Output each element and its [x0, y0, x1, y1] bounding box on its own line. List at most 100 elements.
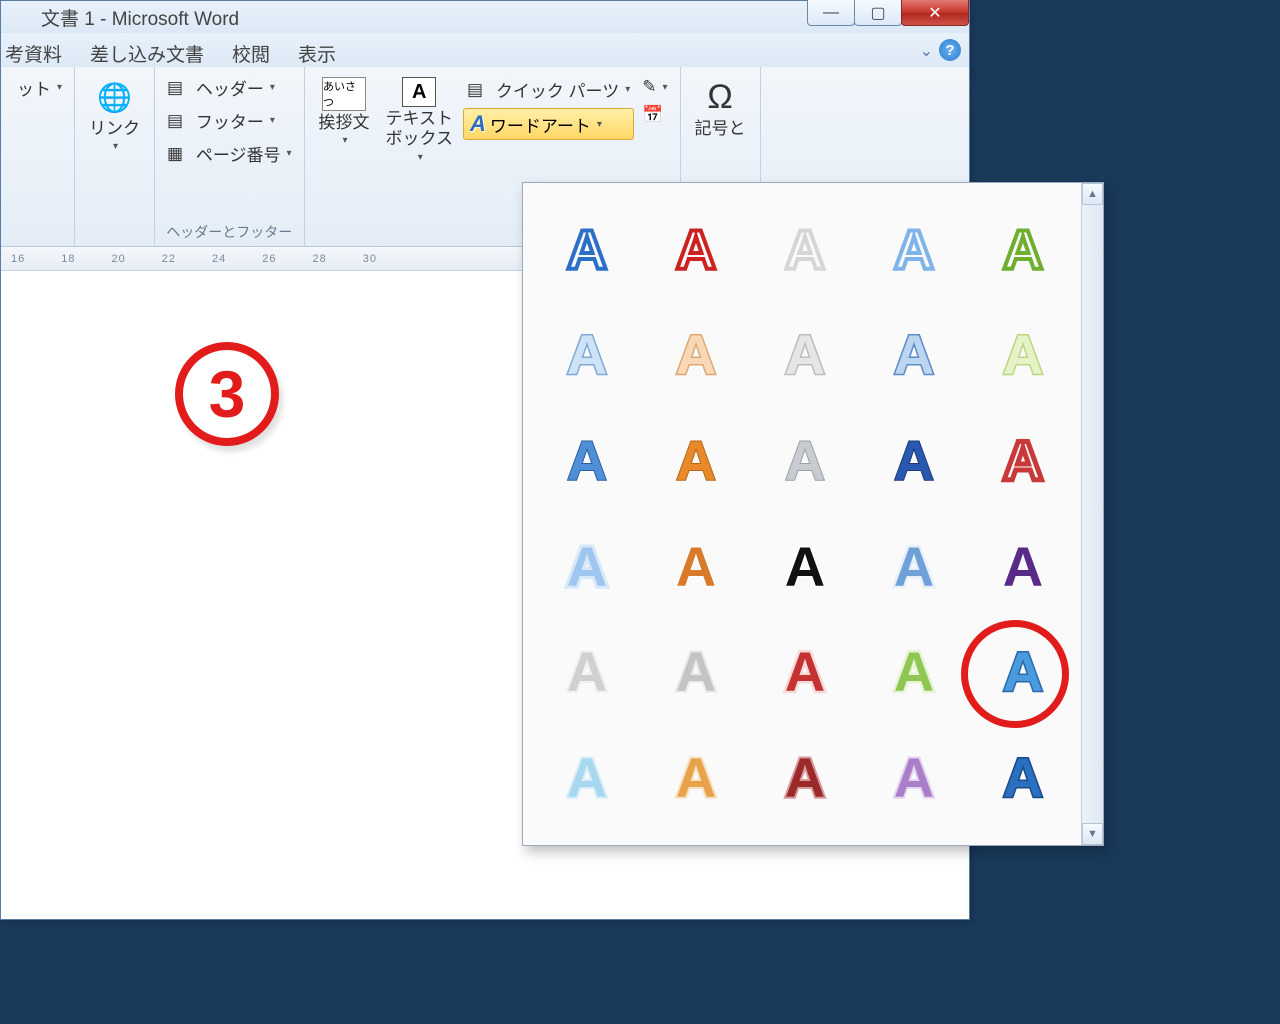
scroll-up-button[interactable]: ▲	[1082, 183, 1103, 205]
date-icon: 📅	[642, 105, 663, 125]
svg-text:A: A	[1002, 323, 1042, 386]
wordart-icon: A	[470, 111, 486, 137]
collapse-ribbon-icon[interactable]: ⌄	[920, 41, 933, 61]
svg-text:A: A	[1002, 535, 1042, 598]
close-button[interactable]: ✕	[901, 0, 969, 26]
wordart-style-silver-shiny[interactable]: A	[751, 408, 860, 514]
omega-icon: Ω	[700, 77, 740, 117]
signature-button[interactable]: ✎▾	[638, 75, 671, 99]
svg-text:A: A	[894, 323, 934, 386]
svg-text:A: A	[676, 640, 716, 703]
page-header-icon: ▤	[167, 78, 183, 98]
wordart-style-blue-deep[interactable]: A	[968, 725, 1077, 831]
svg-text:A: A	[567, 429, 607, 492]
maximize-button[interactable]: ▢	[854, 0, 902, 26]
svg-text:A: A	[785, 535, 825, 598]
wordart-style-lightblue-outline[interactable]: A	[859, 197, 968, 303]
wordart-style-red-glow[interactable]: A	[751, 620, 860, 726]
tab-references-partial[interactable]: 考資料	[5, 40, 62, 67]
gallery-scrollbar[interactable]: ▲ ▼	[1081, 183, 1103, 845]
header-button[interactable]: ▤ ヘッダー▾	[163, 73, 296, 102]
quickparts-button[interactable]: ▤ クイック パーツ▾	[463, 75, 634, 104]
svg-text:A: A	[785, 640, 825, 703]
svg-text:A: A	[676, 429, 716, 492]
wordart-style-orange-glow[interactable]: A	[642, 514, 751, 620]
wordart-style-green-outline[interactable]: A	[968, 197, 1077, 303]
wordart-style-purple-fill[interactable]: A	[968, 514, 1077, 620]
link-button[interactable]: 🌐 リンク ▾	[83, 73, 146, 156]
page-number-icon: ▦	[167, 144, 183, 164]
group-header-footer: ▤ ヘッダー▾ ▤ フッター▾ ▦ ページ番号▾ ヘッダーとフッター	[155, 67, 305, 246]
tab-review[interactable]: 校閲	[232, 40, 270, 67]
wordart-style-violet-reflect[interactable]: A	[859, 725, 968, 831]
wordart-style-cyan-reflect[interactable]: A	[533, 725, 642, 831]
wordart-style-red-outline[interactable]: A	[642, 197, 751, 303]
wordart-style-blue-bevel-light[interactable]: A	[533, 303, 642, 409]
wordart-style-blue-shiny[interactable]: A	[533, 408, 642, 514]
greeting-icon: あいさつ	[322, 77, 366, 111]
group-label-header-footer: ヘッダーとフッター	[163, 222, 296, 244]
svg-text:A: A	[894, 218, 934, 281]
tab-view[interactable]: 表示	[298, 40, 336, 67]
svg-text:A: A	[567, 640, 607, 703]
tab-mailings[interactable]: 差し込み文書	[90, 40, 204, 67]
wordart-style-blue-3d[interactable]: A	[968, 620, 1077, 726]
wordart-style-green-glow[interactable]: A	[859, 620, 968, 726]
svg-text:A: A	[676, 535, 716, 598]
quickparts-icon: ▤	[467, 80, 483, 100]
svg-text:A: A	[676, 323, 716, 386]
wordart-button[interactable]: Aワードアート▾	[463, 108, 634, 140]
svg-text:A: A	[894, 640, 934, 703]
ribbon-tabs: 考資料 差し込み文書 校閲 表示 ⌄ ?	[1, 33, 969, 67]
wordart-style-lightblue-glow[interactable]: A	[533, 514, 642, 620]
wordart-style-red-hatched[interactable]: A	[968, 408, 1077, 514]
svg-text:A: A	[1002, 429, 1042, 492]
svg-text:A: A	[1002, 640, 1042, 703]
svg-text:A: A	[785, 323, 825, 386]
textbox-button[interactable]: A テキスト ボックス ▾	[380, 73, 460, 167]
svg-text:A: A	[785, 429, 825, 492]
wordart-style-orange-reflect[interactable]: A	[642, 725, 751, 831]
svg-text:A: A	[894, 746, 934, 809]
wordart-style-softblue-glow[interactable]: A	[859, 514, 968, 620]
group-cut-partial: ット▾	[5, 67, 75, 246]
wordart-style-blue-outline[interactable]: A	[533, 197, 642, 303]
svg-text:A: A	[894, 535, 934, 598]
wordart-style-gray-soft2[interactable]: A	[642, 620, 751, 726]
wordart-style-black-fill[interactable]: A	[751, 514, 860, 620]
minimize-button[interactable]: —	[807, 0, 855, 26]
page-footer-icon: ▤	[167, 111, 183, 131]
textbox-icon: A	[402, 77, 436, 107]
cut-dropdown-partial[interactable]: ット▾	[13, 73, 66, 102]
help-button[interactable]: ?	[939, 39, 961, 61]
group-link: 🌐 リンク ▾	[75, 67, 155, 246]
annotation-step-3: 3	[175, 342, 279, 446]
symbol-button[interactable]: Ω 記号と	[689, 73, 752, 143]
page-number-button[interactable]: ▦ ページ番号▾	[163, 139, 296, 168]
scroll-down-button[interactable]: ▼	[1082, 823, 1103, 845]
svg-text:A: A	[567, 323, 607, 386]
wordart-style-gray-bevel-light[interactable]: A	[751, 303, 860, 409]
svg-text:A: A	[676, 746, 716, 809]
greeting-button[interactable]: あいさつ 挨拶文 ▾	[313, 73, 376, 150]
wordart-style-lime-bevel-light[interactable]: A	[968, 303, 1077, 409]
window-controls: — ▢ ✕	[808, 0, 969, 26]
wordart-style-orange-bevel-light[interactable]: A	[642, 303, 751, 409]
svg-text:A: A	[894, 429, 934, 492]
datetime-button[interactable]: 📅	[638, 103, 671, 127]
svg-text:A: A	[567, 746, 607, 809]
globe-icon: 🌐	[95, 77, 135, 117]
wordart-style-white-outline[interactable]: A	[751, 197, 860, 303]
svg-text:A: A	[676, 218, 716, 281]
titlebar: 文書 1 - Microsoft Word — ▢ ✕	[1, 1, 969, 33]
svg-text:A: A	[567, 535, 607, 598]
svg-text:A: A	[1002, 746, 1042, 809]
wordart-style-gray-soft[interactable]: A	[533, 620, 642, 726]
footer-button[interactable]: ▤ フッター▾	[163, 106, 296, 135]
wordart-style-darkred-reflect[interactable]: A	[751, 725, 860, 831]
window-title: 文書 1 - Microsoft Word	[41, 4, 239, 31]
wordart-gallery: A A A A A A A A A A A A A A A A	[522, 182, 1104, 846]
wordart-style-orange-shiny[interactable]: A	[642, 408, 751, 514]
wordart-style-blue-bevel[interactable]: A	[859, 303, 968, 409]
wordart-style-navy-shiny[interactable]: A	[859, 408, 968, 514]
